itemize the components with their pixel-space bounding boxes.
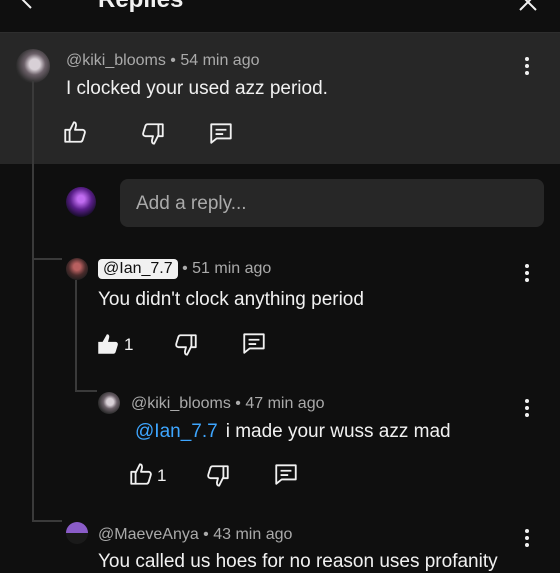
thumbs-down-icon[interactable] bbox=[140, 121, 166, 147]
like-count: 1 bbox=[124, 335, 134, 354]
reply-icon[interactable] bbox=[241, 330, 267, 356]
avatar[interactable] bbox=[16, 49, 50, 83]
meta-separator: • bbox=[177, 260, 193, 277]
more-options-icon[interactable] bbox=[517, 528, 537, 548]
more-options-icon[interactable] bbox=[517, 56, 537, 76]
thread-line bbox=[32, 80, 34, 520]
header-bar: Replies bbox=[0, 0, 560, 33]
comment-meta: @kiki_blooms • 47 min ago bbox=[131, 395, 325, 413]
thumbs-up-filled-icon[interactable] bbox=[95, 331, 121, 357]
more-options-icon[interactable] bbox=[517, 263, 537, 283]
timestamp: 43 min ago bbox=[213, 526, 293, 543]
comment-text: You called us hoes for no reason uses pr… bbox=[98, 551, 498, 572]
comment-meta: @kiki_blooms • 54 min ago bbox=[66, 52, 260, 70]
like-count: 1 bbox=[157, 466, 167, 485]
reply-icon[interactable] bbox=[208, 120, 234, 146]
thread-branch bbox=[32, 520, 62, 522]
meta-separator: • bbox=[198, 526, 214, 543]
author-name[interactable]: @kiki_blooms bbox=[131, 395, 231, 412]
thread-branch bbox=[75, 390, 97, 392]
reply-icon[interactable] bbox=[273, 461, 299, 487]
thumbs-down-icon[interactable] bbox=[205, 463, 231, 489]
timestamp: 47 min ago bbox=[245, 395, 325, 412]
close-icon[interactable] bbox=[516, 0, 540, 14]
meta-separator: • bbox=[230, 395, 246, 412]
reply-input[interactable]: Add a reply... bbox=[120, 179, 544, 227]
more-options-icon[interactable] bbox=[517, 398, 537, 418]
meta-separator: • bbox=[165, 52, 181, 69]
thread-line bbox=[75, 280, 77, 390]
thumbs-down-icon[interactable] bbox=[173, 332, 199, 358]
mention-link[interactable]: @Ian_7.7 bbox=[135, 421, 218, 442]
current-user-avatar bbox=[66, 187, 96, 217]
author-name[interactable]: @MaeveAnya bbox=[98, 526, 199, 543]
thumbs-up-icon[interactable] bbox=[62, 119, 88, 145]
author-name[interactable]: @kiki_blooms bbox=[66, 52, 166, 69]
author-name-chip[interactable]: @Ian_7.7 bbox=[98, 259, 178, 279]
thread-branch bbox=[32, 258, 62, 260]
avatar[interactable] bbox=[66, 258, 88, 280]
avatar[interactable] bbox=[98, 392, 120, 414]
comment-meta: @MaeveAnya • 43 min ago bbox=[98, 526, 292, 544]
comment-meta: @Ian_7.7 • 51 min ago bbox=[98, 259, 271, 279]
timestamp: 51 min ago bbox=[192, 260, 272, 277]
page-title: Replies bbox=[98, 0, 183, 14]
thumbs-up-icon[interactable] bbox=[128, 461, 154, 487]
comment-text: I clocked your used azz period. bbox=[66, 78, 328, 99]
comment-body: i made your wuss azz mad bbox=[225, 421, 451, 442]
avatar[interactable] bbox=[66, 522, 88, 544]
parent-comment: @kiki_blooms • 54 min ago I clocked your… bbox=[0, 33, 560, 164]
comment-text: @Ian_7.7 i made your wuss azz mad bbox=[135, 421, 451, 443]
back-arrow-icon[interactable] bbox=[16, 0, 40, 12]
comment-text: You didn't clock anything period bbox=[98, 289, 364, 310]
reply-input-placeholder: Add a reply... bbox=[136, 193, 247, 214]
timestamp: 54 min ago bbox=[180, 52, 260, 69]
